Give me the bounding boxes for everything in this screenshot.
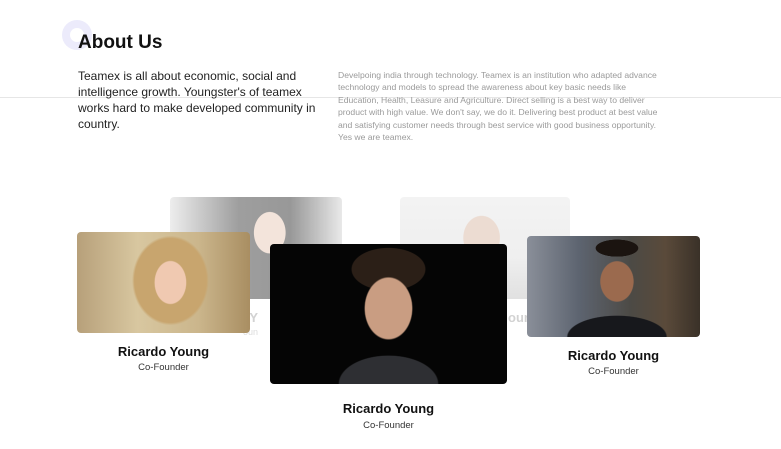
team-member-role: Co-Founder bbox=[138, 362, 189, 373]
team-member-role: Co-Founder bbox=[363, 420, 414, 431]
team-member-role: Co-Founder bbox=[588, 366, 639, 377]
about-lead-text: Teamex is all about economic, social and… bbox=[78, 69, 316, 131]
page-title: About Us bbox=[78, 32, 163, 53]
team-member-name: Ricardo Young bbox=[567, 348, 660, 363]
about-description-text: Develpoing india through technology. Tea… bbox=[338, 70, 658, 143]
team-member-name: Ricardo Young bbox=[117, 344, 210, 359]
team-member-photo[interactable] bbox=[77, 232, 250, 333]
team-member-photo[interactable] bbox=[527, 236, 700, 337]
team-member-name: Ricardo Young bbox=[342, 401, 435, 416]
team-member-photo[interactable] bbox=[270, 244, 507, 384]
